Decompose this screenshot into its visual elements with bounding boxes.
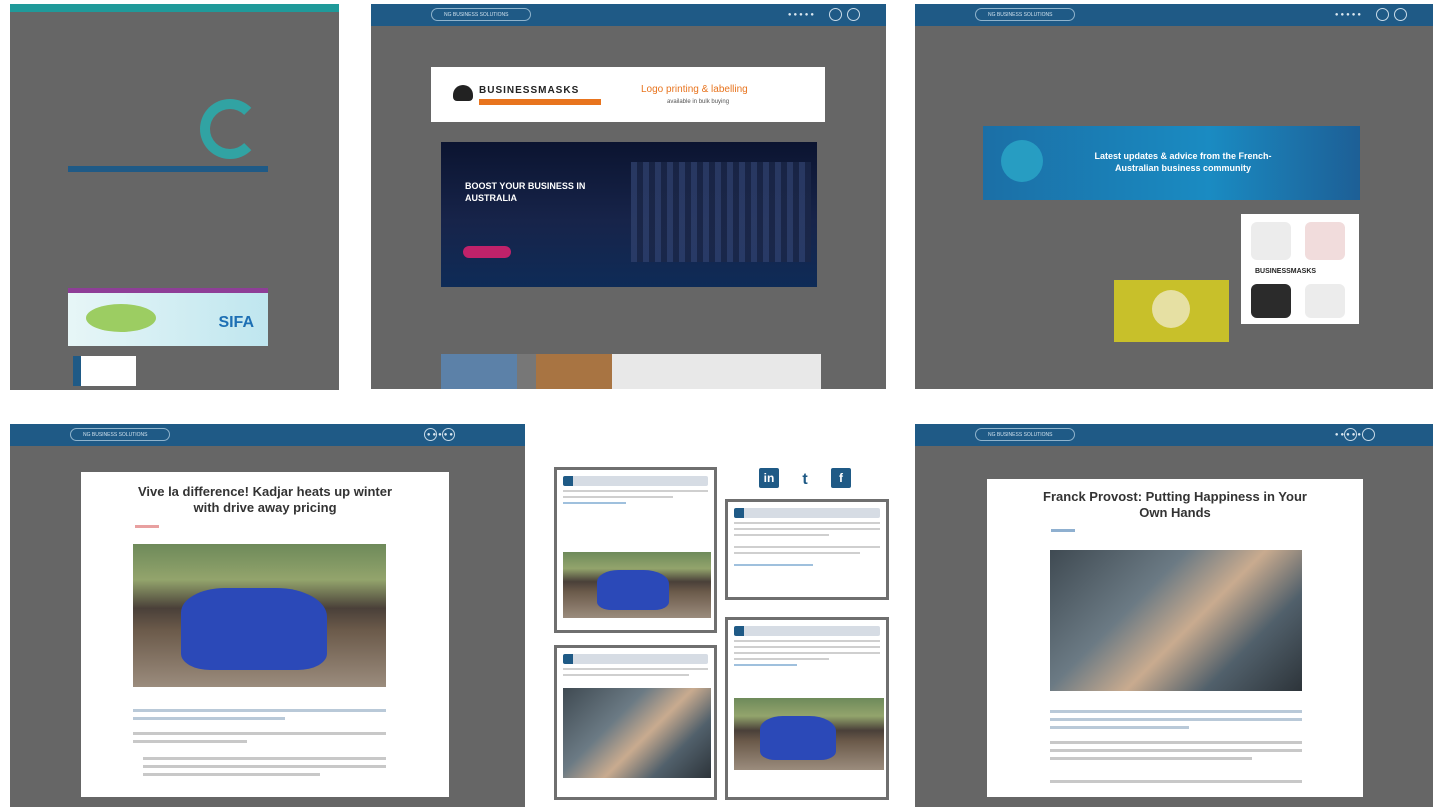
- article-title[interactable]: Vive la difference! Kadjar heats up wint…: [131, 484, 399, 516]
- brand-pill[interactable]: NG BUSINESS SOLUTIONS: [975, 428, 1075, 441]
- article-photo: [1050, 550, 1302, 691]
- boost-banner[interactable]: BOOST YOUR BUSINESS IN AUSTRALIA: [441, 142, 817, 287]
- social-dots[interactable]: ●●●●●: [1335, 12, 1363, 18]
- screen-1: SIFA: [10, 4, 339, 390]
- masks-product-ad[interactable]: BUSINESSMASKS: [1241, 214, 1359, 324]
- post-card[interactable]: [554, 645, 717, 800]
- masks-tagline: Logo printing & labelling: [641, 84, 748, 95]
- avatar-icon: [1152, 290, 1190, 328]
- article-date: [135, 525, 159, 528]
- masks-brand: BUSINESSMASKS: [479, 85, 580, 96]
- search-icon[interactable]: [1362, 428, 1375, 441]
- user-icon[interactable]: [1344, 428, 1357, 441]
- search-icon[interactable]: [442, 428, 455, 441]
- brand-underline: [479, 99, 601, 105]
- post-card[interactable]: [725, 499, 889, 600]
- article-card: Vive la difference! Kadjar heats up wint…: [81, 472, 449, 797]
- masks-sub: available in bulk buying: [667, 99, 730, 105]
- screen-2: NG BUSINESS SOLUTIONS ●●●●● BUSINESSMASK…: [371, 4, 886, 389]
- avatar-placeholder: [1114, 280, 1229, 342]
- article-date: [1051, 529, 1075, 532]
- post-card[interactable]: [725, 617, 889, 800]
- sifa-ad[interactable]: SIFA: [68, 288, 268, 346]
- thumbnail[interactable]: [73, 356, 136, 386]
- nav-bar: NG BUSINESS SOLUTIONS ●●●●●: [915, 424, 1433, 446]
- sifa-label: SIFA: [218, 314, 254, 331]
- boost-cta-button[interactable]: [463, 246, 511, 258]
- thumbnail-strip[interactable]: [441, 354, 821, 389]
- nav-bar: NG BUSINESS SOLUTIONS ●●●●●: [371, 4, 886, 26]
- linkedin-icon[interactable]: in: [759, 468, 779, 488]
- user-icon[interactable]: [424, 428, 437, 441]
- search-icon[interactable]: [847, 8, 860, 21]
- article-photo: [133, 544, 386, 687]
- facebook-icon[interactable]: f: [831, 468, 851, 488]
- post-card[interactable]: [554, 467, 717, 633]
- top-strip: [10, 4, 339, 12]
- nav-bar: NG BUSINESS SOLUTIONS ●●●●●: [915, 4, 1433, 26]
- twitter-icon[interactable]: t: [795, 470, 815, 490]
- banner-text: Latest updates & advice from the French-…: [1094, 151, 1272, 173]
- brand-pill[interactable]: NG BUSINESS SOLUTIONS: [431, 8, 531, 21]
- divider-line: [68, 166, 268, 172]
- screen-5: NG BUSINESS SOLUTIONS ●●●●● Franck Provo…: [915, 424, 1433, 807]
- social-collage: in t f: [553, 462, 889, 802]
- screen-3: NG BUSINESS SOLUTIONS ●●●●● Latest updat…: [915, 4, 1433, 389]
- banner-circle-icon: [1001, 140, 1043, 182]
- island-icon: [86, 304, 156, 332]
- boost-text: BOOST YOUR BUSINESS IN AUSTRALIA: [465, 181, 586, 203]
- search-icon[interactable]: [1394, 8, 1407, 21]
- user-icon[interactable]: [1376, 8, 1389, 21]
- mini-brand: BUSINESSMASKS: [1255, 268, 1317, 275]
- brand-pill[interactable]: NG BUSINESS SOLUTIONS: [70, 428, 170, 441]
- logo-arc-icon: [200, 99, 260, 159]
- screen-4: NG BUSINESS SOLUTIONS ●●●●● Vive la diff…: [10, 424, 525, 807]
- user-icon[interactable]: [829, 8, 842, 21]
- brand-pill[interactable]: NG BUSINESS SOLUTIONS: [975, 8, 1075, 21]
- article-title[interactable]: Franck Provost: Putting Happiness in You…: [1037, 489, 1313, 521]
- updates-banner[interactable]: Latest updates & advice from the French-…: [983, 126, 1360, 200]
- mask-icon: [453, 85, 473, 101]
- social-dots[interactable]: ●●●●●: [788, 12, 816, 18]
- masks-ad[interactable]: BUSINESSMASKS Logo printing & labelling …: [431, 67, 825, 122]
- car-image: [181, 588, 327, 670]
- nav-bar: NG BUSINESS SOLUTIONS ●●●●●: [10, 424, 525, 446]
- article-card: Franck Provost: Putting Happiness in You…: [987, 479, 1363, 797]
